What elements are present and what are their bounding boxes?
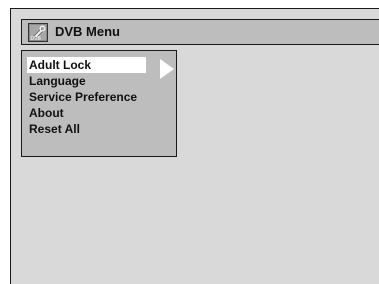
submenu-arrow-icon: [160, 59, 174, 79]
menu-item-about[interactable]: About: [27, 105, 146, 121]
menu-item-reset-all[interactable]: Reset All: [27, 121, 146, 137]
menu-list: Adult Lock Language Service Preference A…: [27, 57, 146, 137]
menu-item-service-preference[interactable]: Service Preference: [27, 89, 146, 105]
menu-panel: Adult Lock Language Service Preference A…: [21, 50, 177, 157]
dvb-settings-icon: DVB: [28, 23, 48, 42]
page-title: DVB Menu: [55, 24, 120, 39]
svg-text:DVB: DVB: [31, 36, 42, 42]
menu-item-adult-lock[interactable]: Adult Lock: [27, 57, 146, 73]
title-bar: DVB DVB Menu: [21, 19, 379, 45]
menu-item-language[interactable]: Language: [27, 73, 146, 89]
dvb-menu-screen: DVB DVB Menu Adult Lock Language Service…: [10, 8, 379, 284]
